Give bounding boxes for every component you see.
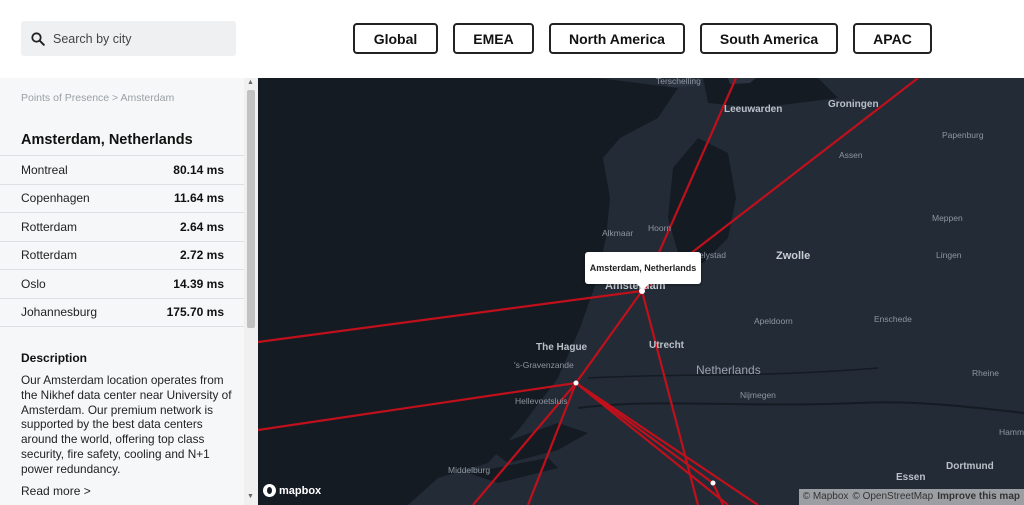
map-label-lelystad: elystad	[699, 250, 726, 260]
latency-city: Rotterdam	[21, 248, 78, 263]
region-button-south-america[interactable]: South America	[700, 23, 838, 54]
map-attribution: © Mapbox © OpenStreetMap Improve this ma…	[798, 489, 1024, 505]
map-label-papenburg: Papenburg	[942, 130, 984, 140]
latency-value: 175.70 ms	[166, 305, 224, 320]
map-label-apeldoorn: Apeldoorn	[754, 316, 793, 326]
latency-city: Copenhagen	[21, 191, 90, 206]
mapbox-logo-icon	[263, 484, 276, 497]
map-label-enschede: Enschede	[874, 314, 912, 324]
read-more-link[interactable]: Read more >	[21, 484, 91, 498]
location-title: Amsterdam, Netherlands	[21, 132, 193, 148]
scroll-down-icon[interactable]: ▼	[247, 493, 254, 500]
map-label-hamm: Hamm	[999, 427, 1024, 437]
latency-city: Montreal	[21, 162, 68, 177]
breadcrumb[interactable]: Points of Presence > Amsterdam	[21, 92, 174, 104]
attribution-mapbox-link[interactable]: © Mapbox	[803, 491, 849, 503]
latency-table: Montreal 80.14 ms Copenhagen 11.64 ms Ro…	[0, 155, 244, 327]
latency-city: Johannesburg	[21, 305, 98, 320]
region-button-apac[interactable]: APAC	[853, 23, 932, 54]
latency-city: Oslo	[21, 276, 46, 291]
mapbox-logo[interactable]: mapbox	[263, 484, 321, 497]
map-label-hellevoetsluis: Hellevoetsluis	[515, 396, 568, 406]
map-label-assen: Assen	[839, 150, 863, 160]
map-label-utrecht: Utrecht	[649, 340, 685, 351]
latency-row: Montreal 80.14 ms	[0, 156, 244, 185]
city-search[interactable]	[21, 21, 236, 56]
attribution-osm-link[interactable]: © OpenStreetMap	[852, 491, 933, 503]
map-label-netherlands: Netherlands	[696, 363, 761, 377]
location-popup[interactable]: Amsterdam, Netherlands	[585, 252, 701, 290]
latency-row: Johannesburg 175.70 ms	[0, 299, 244, 327]
search-icon	[31, 31, 45, 46]
scroll-up-icon[interactable]: ▲	[247, 79, 254, 86]
map-label-lingen: Lingen	[936, 250, 962, 260]
map-label-rheine: Rheine	[972, 368, 999, 378]
map-label-the-hague: The Hague	[536, 342, 588, 353]
map-label-leeuwarden: Leeuwarden	[724, 104, 783, 115]
latency-row: Copenhagen 11.64 ms	[0, 185, 244, 213]
land-mass	[408, 78, 1024, 505]
map-label-hoorn: Hoorn	[648, 223, 672, 233]
scroll-thumb[interactable]	[247, 90, 255, 328]
sidebar-scrollbar[interactable]: ▲ ▼	[244, 78, 258, 505]
search-input[interactable]	[53, 31, 223, 46]
map-label-groningen: Groningen	[828, 99, 879, 110]
latency-value: 80.14 ms	[173, 162, 224, 177]
improve-map-link[interactable]: Improve this map	[937, 491, 1020, 503]
latency-city: Rotterdam	[21, 219, 78, 234]
map-label-essen: Essen	[896, 472, 926, 483]
map-label-nijmegen: Nijmegen	[740, 390, 776, 400]
description-text: Our Amsterdam location operates from the…	[21, 373, 232, 476]
region-button-emea[interactable]: EMEA	[453, 23, 534, 54]
pop-detail-sidebar: Points of Presence > Amsterdam Amsterdam…	[0, 78, 258, 505]
map-label-terschelling: Terschelling	[656, 78, 701, 86]
latency-row: Oslo 14.39 ms	[0, 270, 244, 299]
description-heading: Description	[21, 351, 88, 365]
latency-row: Rotterdam 2.64 ms	[0, 213, 244, 242]
latency-value: 14.39 ms	[173, 276, 224, 291]
latency-value: 2.72 ms	[179, 248, 224, 263]
latency-value: 2.64 ms	[179, 219, 224, 234]
map-label-zwolle: Zwolle	[776, 250, 811, 262]
latency-row: Rotterdam 2.72 ms	[0, 242, 244, 270]
map-canvas[interactable]: Terschelling Leeuwarden Groningen Assen …	[258, 78, 1024, 505]
pop-node	[710, 480, 716, 486]
mapbox-logo-text: mapbox	[279, 484, 322, 497]
map-label-gravenzande: 's-Gravenzande	[514, 360, 574, 370]
top-bar: Global EMEA North America South America …	[0, 0, 1024, 78]
map-label-middelburg: Middelburg	[448, 465, 491, 475]
map-label-meppen: Meppen	[932, 213, 963, 223]
region-button-north-america[interactable]: North America	[549, 23, 685, 54]
pop-node	[573, 380, 579, 386]
latency-value: 11.64 ms	[173, 191, 224, 206]
map-label-dortmund: Dortmund	[946, 461, 994, 472]
map-label-alkmaar: Alkmaar	[602, 228, 634, 238]
region-button-global[interactable]: Global	[353, 23, 438, 54]
